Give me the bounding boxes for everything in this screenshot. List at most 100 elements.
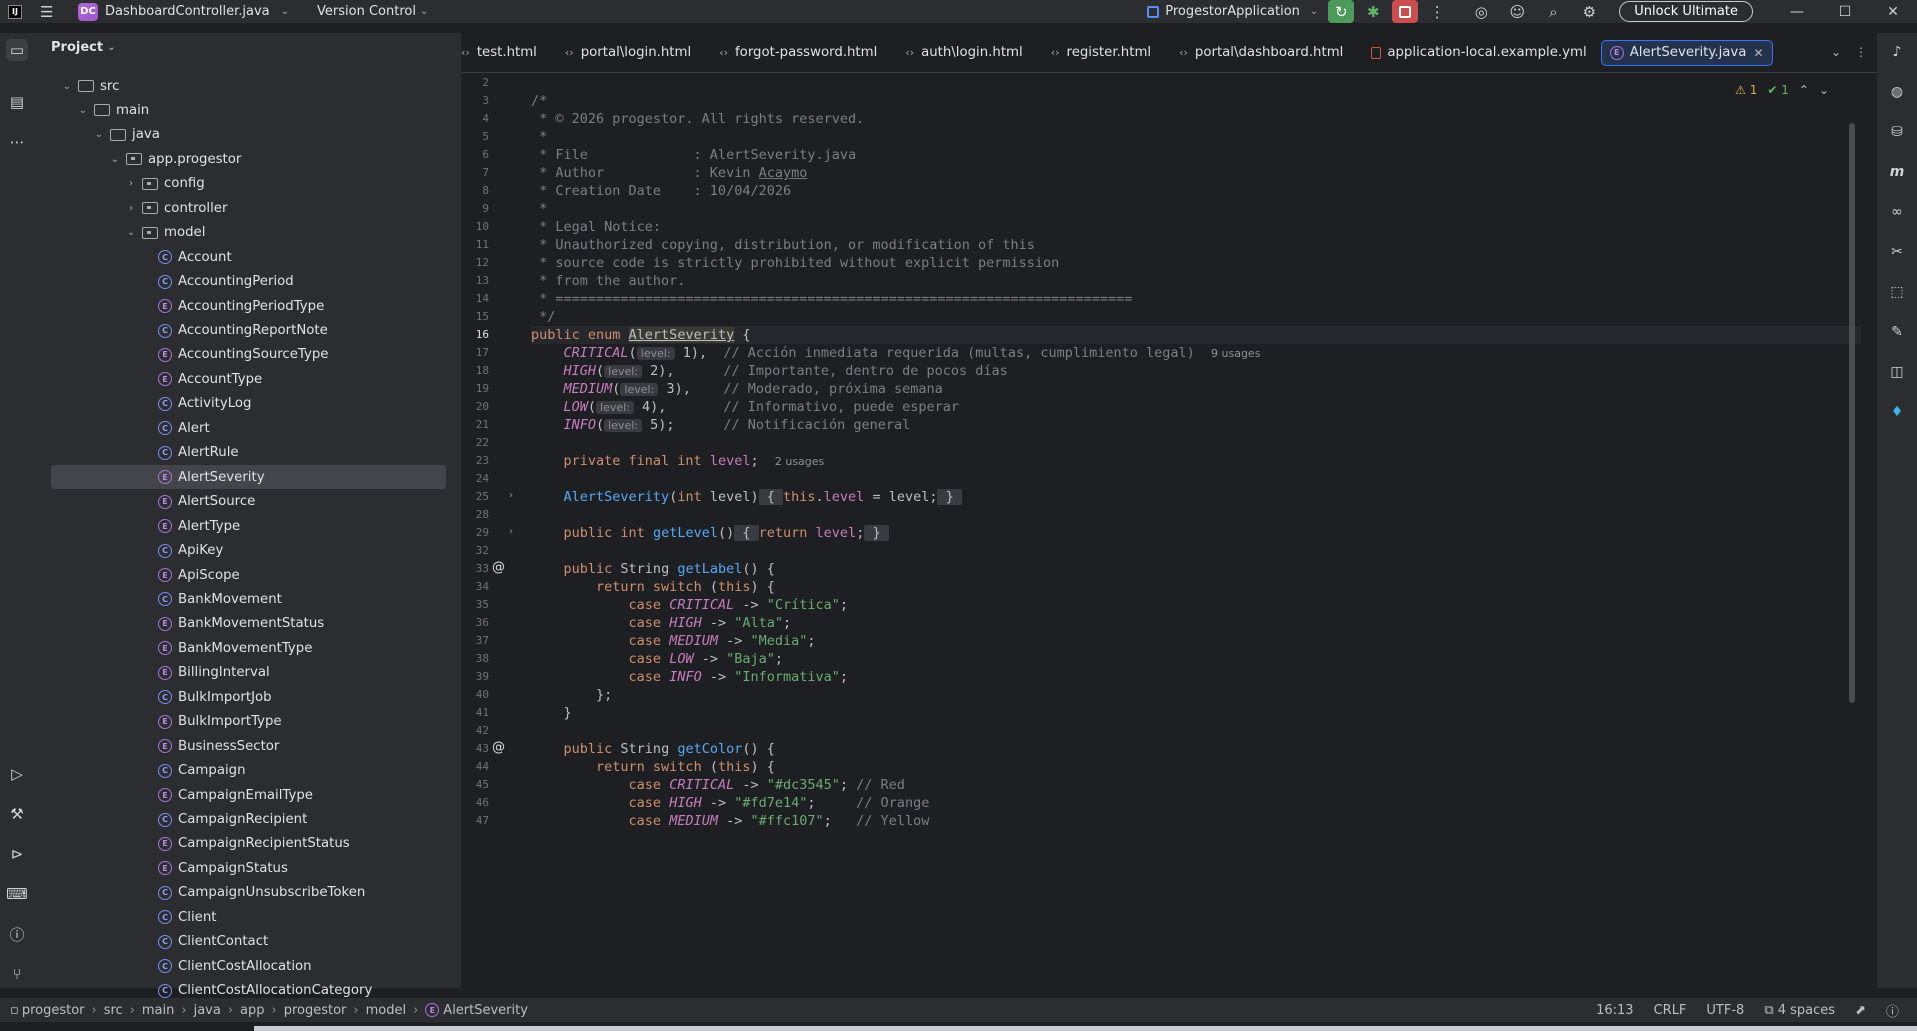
more-actions-icon[interactable]: ⋮ bbox=[1423, 0, 1451, 23]
tree-item[interactable]: ECampaignStatus bbox=[34, 856, 450, 880]
line-number[interactable]: 4 bbox=[461, 112, 489, 125]
line-number[interactable]: 2 bbox=[461, 76, 489, 89]
previous-highlight-icon[interactable]: ⌃ bbox=[1799, 83, 1809, 97]
code-line[interactable]: * Creation Date : 10/04/2026 bbox=[531, 182, 791, 200]
line-number[interactable]: 13 bbox=[461, 274, 489, 287]
chevron-down-icon[interactable]: ⌄ bbox=[124, 227, 138, 238]
database-icon[interactable]: ⛁ bbox=[1886, 121, 1908, 143]
close-window-icon[interactable]: ✕ bbox=[1869, 4, 1917, 20]
code-line[interactable]: * Unauthorized copying, distribution, or… bbox=[531, 236, 1035, 254]
unlock-ultimate-button[interactable]: Unlock Ultimate bbox=[1619, 1, 1753, 22]
line-number[interactable]: 42 bbox=[461, 724, 489, 737]
tree-item[interactable]: ⌄java bbox=[34, 123, 450, 147]
tree-item[interactable]: CBulkImportJob bbox=[34, 685, 450, 709]
project-panel-header[interactable]: Project ⌄ bbox=[34, 33, 461, 61]
line-number[interactable]: 45 bbox=[461, 778, 489, 791]
tree-item[interactable]: EBulkImportType bbox=[34, 710, 450, 734]
tree-item[interactable]: CClient bbox=[34, 905, 450, 929]
maven-icon[interactable]: m bbox=[1886, 161, 1908, 183]
tree-item[interactable]: EAlertSeverity bbox=[51, 465, 446, 489]
line-separator[interactable]: CRLF bbox=[1654, 1003, 1687, 1018]
line-number[interactable]: 9 bbox=[461, 202, 489, 215]
build-hammer-icon[interactable]: ⚒ bbox=[6, 803, 28, 825]
code-line[interactable]: * File : AlertSeverity.java bbox=[531, 146, 856, 164]
code-line[interactable]: public String getColor() { bbox=[531, 740, 775, 758]
line-number[interactable]: 40 bbox=[461, 688, 489, 701]
editor-tab[interactable]: ‹›forgot-password.html bbox=[705, 33, 891, 73]
next-highlight-icon[interactable]: ⌄ bbox=[1819, 83, 1829, 97]
code-line[interactable]: case HIGH -> "Alta"; bbox=[531, 614, 791, 632]
line-number[interactable]: 10 bbox=[461, 220, 489, 233]
code-line[interactable]: * Author : Kevin Acaymo bbox=[531, 164, 807, 182]
editor-scrollbar[interactable] bbox=[1849, 123, 1855, 703]
run-icon[interactable]: ▷ bbox=[6, 763, 28, 785]
editor-gutter[interactable]: 2345678910111213141516171819202122232425… bbox=[461, 73, 531, 988]
line-number[interactable]: 17 bbox=[461, 346, 489, 359]
editor-tab[interactable]: application-local.example.yml bbox=[1357, 33, 1600, 73]
code-line[interactable]: LOW(level: 4), // Informativo, puede esp… bbox=[531, 398, 959, 416]
chevron-down-icon[interactable]: ⌄ bbox=[108, 154, 122, 165]
link-icon[interactable]: ∞ bbox=[1886, 201, 1908, 223]
tree-item[interactable]: ⌄model bbox=[34, 221, 450, 245]
editor-tab[interactable]: ‹›portal\dashboard.html bbox=[1165, 33, 1357, 73]
line-number[interactable]: 8 bbox=[461, 184, 489, 197]
breadcrumb-item[interactable]: model› bbox=[366, 1003, 426, 1018]
tree-item[interactable]: EAccountType bbox=[34, 367, 450, 391]
chevron-right-icon[interactable]: › bbox=[124, 203, 138, 214]
debug-icon[interactable]: ✱ bbox=[1359, 0, 1387, 23]
code-line[interactable]: AlertSeverity(int level) { this.level = … bbox=[531, 488, 962, 506]
services-icon[interactable]: ⊳ bbox=[6, 843, 28, 865]
version-control-menu[interactable]: Version Control ⌄ bbox=[317, 4, 428, 19]
line-number[interactable]: 35 bbox=[461, 598, 489, 611]
line-number[interactable]: 12 bbox=[461, 256, 489, 269]
chevron-down-icon[interactable]: ⌄ bbox=[76, 105, 90, 116]
tree-item[interactable]: EApiScope bbox=[34, 563, 450, 587]
editor-tab[interactable]: EAlertSeverity.java✕ bbox=[1601, 40, 1773, 66]
inspection-widget[interactable]: ⚠ 1 ✔ 1 ⌃ ⌄ bbox=[1735, 83, 1829, 97]
intellij-logo-icon[interactable]: IJ bbox=[8, 5, 22, 19]
line-number[interactable]: 21 bbox=[461, 418, 489, 431]
tree-item[interactable]: ⌄app.progestor bbox=[34, 147, 450, 171]
line-number[interactable]: 24 bbox=[461, 472, 489, 485]
line-number[interactable]: 5 bbox=[461, 130, 489, 143]
line-number[interactable]: 39 bbox=[461, 670, 489, 683]
tree-item[interactable]: CAccountingReportNote bbox=[34, 319, 450, 343]
tab-list-chevron-icon[interactable]: ⌄ bbox=[1831, 45, 1841, 59]
tree-item[interactable]: ›controller bbox=[34, 196, 450, 220]
code-line[interactable]: public String getLabel() { bbox=[531, 560, 775, 578]
main-menu-icon[interactable]: ☰ bbox=[40, 3, 56, 21]
more-tools-icon[interactable]: ⋯ bbox=[6, 131, 28, 153]
breadcrumb-item[interactable]: app› bbox=[240, 1003, 284, 1018]
code-line[interactable]: * bbox=[531, 128, 547, 146]
tree-item[interactable]: EAccountingPeriodType bbox=[34, 294, 450, 318]
settings-gear-icon[interactable]: ⚙ bbox=[1575, 0, 1603, 23]
tree-item[interactable]: EAlertType bbox=[34, 514, 450, 538]
tree-item[interactable]: EAlertSource bbox=[34, 490, 450, 514]
fold-expand-icon[interactable]: › bbox=[509, 526, 513, 537]
diamond-icon[interactable]: ♦ bbox=[1886, 401, 1908, 423]
code-line[interactable]: case MEDIUM -> "#ffc107"; // Yellow bbox=[531, 812, 929, 830]
pen-icon[interactable]: ✎ bbox=[1886, 321, 1908, 343]
line-number[interactable]: 6 bbox=[461, 148, 489, 161]
code-line[interactable]: case INFO -> "Informativa"; bbox=[531, 668, 848, 686]
line-number[interactable]: 15 bbox=[461, 310, 489, 323]
breadcrumb-item[interactable]: src› bbox=[104, 1003, 142, 1018]
code-line[interactable]: * © 2026 progestor. All rights reserved. bbox=[531, 110, 864, 128]
code-line[interactable]: case LOW -> "Baja"; bbox=[531, 650, 783, 668]
tree-item[interactable]: CActivityLog bbox=[34, 392, 450, 416]
line-number[interactable]: 43 bbox=[461, 742, 489, 755]
git-branch-icon[interactable]: ⑂ bbox=[6, 963, 28, 985]
tree-item[interactable]: ECampaignRecipientStatus bbox=[34, 832, 450, 856]
code-line[interactable]: private final int level; 2 usages bbox=[531, 452, 824, 470]
line-number[interactable]: 14 bbox=[461, 292, 489, 305]
terminal-icon[interactable]: ⌨ bbox=[6, 883, 28, 905]
code-line[interactable]: return switch (this) { bbox=[531, 578, 775, 596]
maximize-window-icon[interactable]: ☐ bbox=[1821, 4, 1869, 20]
code-line[interactable]: HIGH(level: 2), // Importante, dentro de… bbox=[531, 362, 1008, 380]
project-switcher[interactable]: DC DashboardController.java ⌄ bbox=[78, 3, 289, 21]
code-line[interactable]: }; bbox=[531, 686, 612, 704]
line-number[interactable]: 16 bbox=[461, 328, 489, 341]
stop-button[interactable] bbox=[1392, 0, 1418, 23]
ai-chat-icon[interactable]: ◍ bbox=[1886, 81, 1908, 103]
line-number[interactable]: 19 bbox=[461, 382, 489, 395]
